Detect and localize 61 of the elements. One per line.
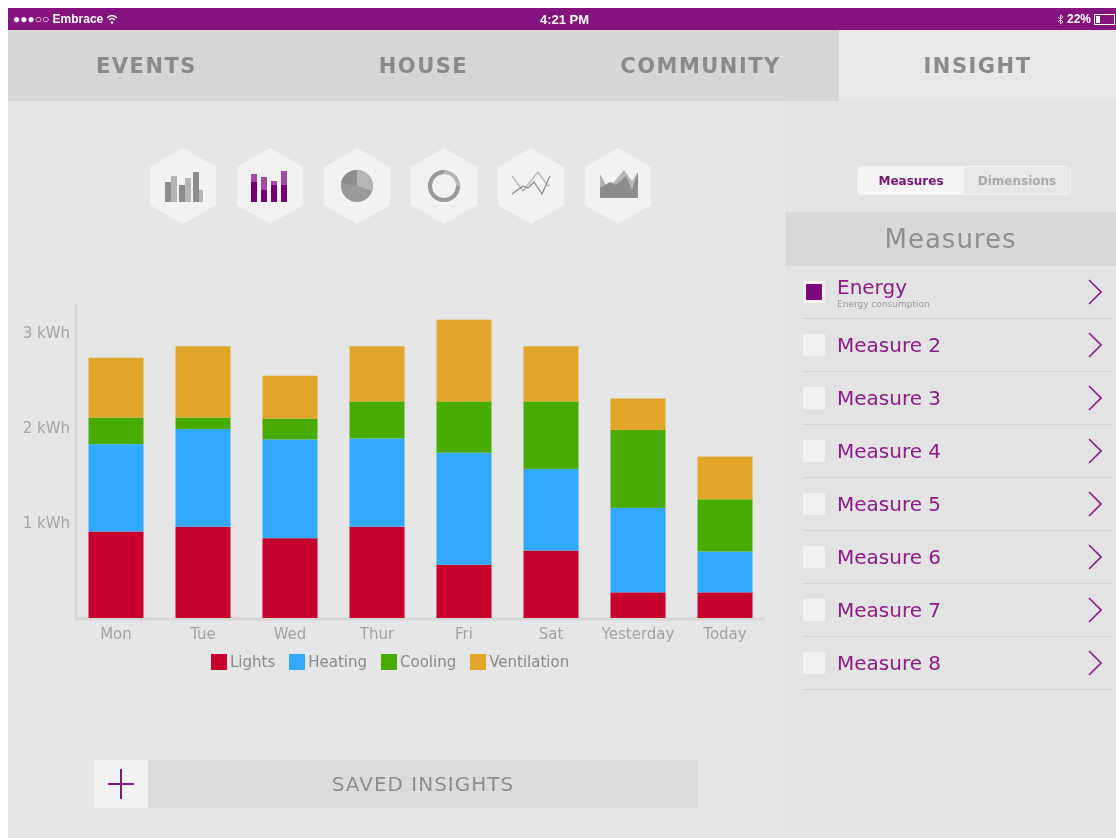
measure-name: Measure 7 xyxy=(837,598,943,622)
segment-tab[interactable]: Measures xyxy=(858,167,964,194)
legend-swatch xyxy=(470,654,487,670)
bar-segment xyxy=(523,401,579,469)
stacked-bar-icon xyxy=(250,168,290,204)
x-tick-label: Thur xyxy=(359,625,395,643)
y-tick-label: 3 kWh xyxy=(22,324,70,342)
x-tick-label: Wed xyxy=(273,625,307,643)
measure-name: Measure 6 xyxy=(837,545,943,569)
legend-swatch xyxy=(211,654,227,670)
plus-icon xyxy=(108,769,134,799)
y-tick-label: 2 kWh xyxy=(22,419,70,437)
wifi-icon xyxy=(106,14,119,24)
chevron-icon xyxy=(1088,332,1102,358)
measure-item[interactable]: Measure 5 xyxy=(803,478,1112,531)
x-tick-label: Yesterday xyxy=(601,625,675,643)
bar-segment xyxy=(523,550,579,618)
measure-item[interactable]: Measure 6 xyxy=(803,531,1112,584)
bluetooth-icon xyxy=(1057,13,1064,25)
legend-label: Ventilation xyxy=(489,653,570,671)
measure-item[interactable]: Measure 3 xyxy=(803,372,1112,425)
battery-percent: 22% xyxy=(1067,12,1091,26)
bar-segment xyxy=(697,456,753,500)
chevron-icon xyxy=(1088,597,1102,623)
carrier-label: ●●●○○ Embrace xyxy=(13,12,104,26)
clock-time: 4:21 PM xyxy=(539,11,590,27)
measure-name: Measure 5 xyxy=(837,492,943,516)
section-header: Measures xyxy=(785,212,1116,266)
chevron-icon xyxy=(1088,438,1102,464)
measure-name: Measure 2 xyxy=(837,333,943,357)
measure-name: Measure 3 xyxy=(837,386,943,410)
measure-name: Measure 4 xyxy=(837,439,943,463)
battery-icon xyxy=(1094,13,1116,25)
x-tick-label: Tue xyxy=(190,625,216,643)
measure-item[interactable]: Measure 8 xyxy=(803,637,1112,690)
chevron-icon xyxy=(1088,385,1102,411)
legend-swatch xyxy=(381,654,398,670)
measure-item[interactable]: Measure 2 xyxy=(803,319,1112,372)
chevron-icon xyxy=(1088,544,1102,570)
measure-item[interactable]: Measure 7 xyxy=(803,584,1112,637)
legend-label: Cooling xyxy=(400,653,457,671)
measure-item[interactable]: Measure 4 xyxy=(803,425,1112,478)
x-tick-label: Mon xyxy=(100,625,132,643)
chevron-icon xyxy=(1088,279,1102,305)
measure-name: Measure 8 xyxy=(837,651,943,675)
measure-subtitle: Energy consumption xyxy=(837,299,931,309)
measure-name: Energy xyxy=(837,275,909,299)
legend-label: Lights xyxy=(230,653,276,671)
x-tick-label: Sat xyxy=(538,625,564,643)
bar-segment xyxy=(523,346,579,402)
legend-swatch xyxy=(289,654,306,670)
checkbox[interactable] xyxy=(803,281,825,303)
add-button[interactable] xyxy=(94,760,148,808)
x-tick-label: Today xyxy=(703,625,747,643)
measure-item[interactable]: Energy Energy consumption xyxy=(803,266,1112,319)
chevron-icon xyxy=(1088,650,1102,676)
x-tick-label: Fri xyxy=(455,625,473,643)
legend-label: Heating xyxy=(308,653,368,671)
bar-segment xyxy=(697,499,753,552)
chevron-icon xyxy=(1088,491,1102,517)
y-tick-label: 1 kWh xyxy=(22,514,70,532)
